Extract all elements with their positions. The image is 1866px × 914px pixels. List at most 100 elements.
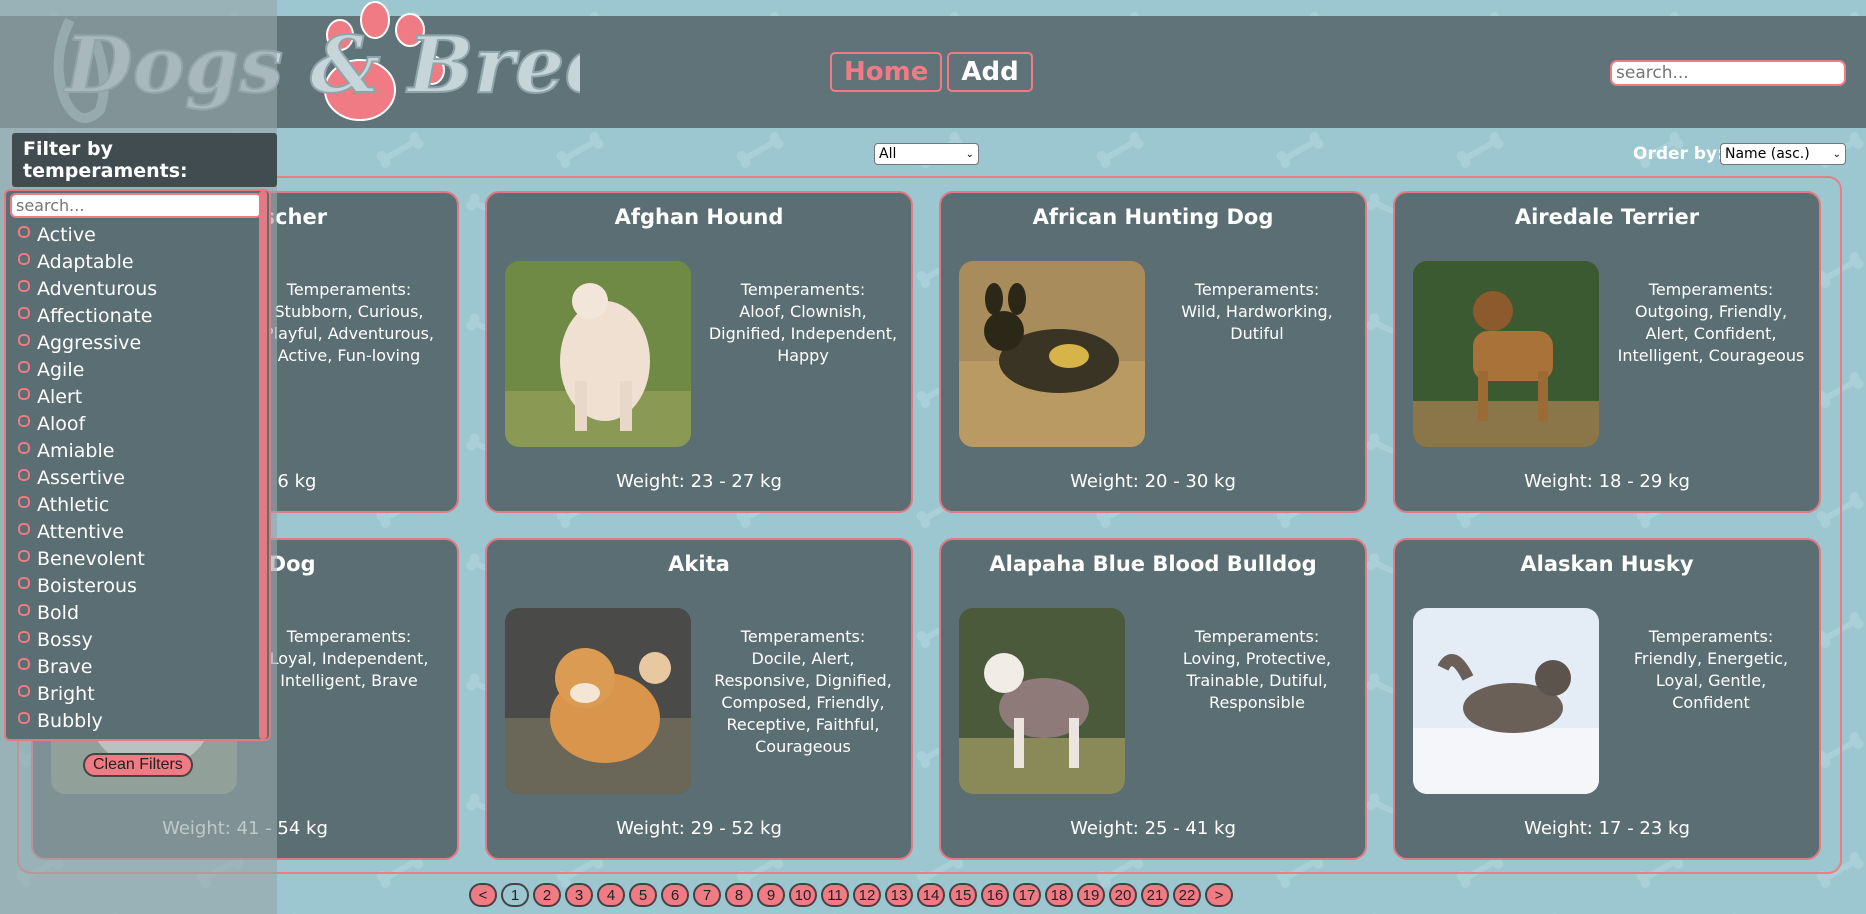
breed-card[interactable]: Alapaha Blue Blood Bulldog Temperaments:… bbox=[939, 538, 1367, 860]
checkbox[interactable] bbox=[18, 333, 30, 346]
breed-card[interactable]: Afghan Hound Temperaments: Aloof, Clowni… bbox=[485, 191, 913, 513]
breed-name: Airedale Terrier bbox=[1514, 205, 1700, 229]
temperaments-label: Temperaments: bbox=[740, 280, 866, 299]
temperament-option[interactable]: Bossy bbox=[18, 626, 255, 653]
temperament-option[interactable]: Alert bbox=[18, 383, 255, 410]
checkbox[interactable] bbox=[18, 657, 30, 670]
breed-temperaments: Temperaments: Loving, Protective, Traina… bbox=[1161, 626, 1353, 714]
breed-card[interactable]: Airedale Terrier Temperaments: Outgoing,… bbox=[1393, 191, 1821, 513]
temperament-option[interactable]: Bold bbox=[18, 599, 255, 626]
temperaments-list: Stubborn, Curious, Playful, Adventurous,… bbox=[263, 302, 435, 365]
page-button[interactable]: 18 bbox=[1045, 883, 1073, 907]
temperament-option[interactable]: Bright bbox=[18, 680, 255, 707]
temperament-option[interactable]: Active bbox=[18, 221, 255, 248]
breed-weight: Weight: 17 - 23 kg bbox=[1524, 818, 1690, 839]
temperament-label: Athletic bbox=[37, 493, 110, 516]
temperament-search-input[interactable] bbox=[10, 193, 262, 218]
checkbox[interactable] bbox=[18, 684, 30, 697]
checkbox[interactable] bbox=[18, 549, 30, 562]
breed-card[interactable]: Akita Temperaments: Docile, Alert, Respo… bbox=[485, 538, 913, 860]
checkbox[interactable] bbox=[18, 441, 30, 454]
temperament-option[interactable]: Adaptable bbox=[18, 248, 255, 275]
checkbox[interactable] bbox=[18, 738, 30, 739]
breed-weight: Weight: 18 - 29 kg bbox=[1524, 471, 1690, 492]
search-input[interactable] bbox=[1610, 60, 1846, 86]
page-button[interactable]: 14 bbox=[917, 883, 945, 907]
temperament-option[interactable]: Attentive bbox=[18, 518, 255, 545]
checkbox[interactable] bbox=[18, 711, 30, 724]
page-button[interactable]: 2 bbox=[533, 883, 561, 907]
checkbox[interactable] bbox=[18, 468, 30, 481]
temperament-option[interactable]: Affectionate bbox=[18, 302, 255, 329]
temperament-option[interactable]: Boisterous bbox=[18, 572, 255, 599]
page-button[interactable]: 9 bbox=[757, 883, 785, 907]
temperament-label: Assertive bbox=[37, 466, 125, 489]
breed-name: Akita bbox=[668, 552, 730, 576]
page-button[interactable]: 21 bbox=[1141, 883, 1169, 907]
add-button[interactable]: Add bbox=[947, 52, 1033, 92]
home-button[interactable]: Home bbox=[830, 52, 943, 92]
temperament-option[interactable]: Brave bbox=[18, 653, 255, 680]
page-button[interactable]: 19 bbox=[1077, 883, 1105, 907]
page-button[interactable]: 10 bbox=[789, 883, 817, 907]
order-value: Name (asc.) bbox=[1725, 146, 1810, 162]
filter-title: Filter by temperaments: bbox=[12, 133, 277, 187]
clean-filters-button[interactable]: Clean Filters bbox=[83, 753, 193, 777]
temperament-option[interactable]: Benevolent bbox=[18, 545, 255, 572]
page-button[interactable]: 8 bbox=[725, 883, 753, 907]
temperaments-label: Temperaments: bbox=[1194, 280, 1320, 299]
checkbox[interactable] bbox=[18, 360, 30, 373]
breed-filter-value: All bbox=[879, 146, 897, 162]
temperament-option[interactable]: Bubbly bbox=[18, 707, 255, 734]
page-button[interactable]: 17 bbox=[1013, 883, 1041, 907]
breed-temperaments: Temperaments: Docile, Alert, Responsive,… bbox=[707, 626, 899, 758]
page-button[interactable]: 4 bbox=[597, 883, 625, 907]
checkbox[interactable] bbox=[18, 630, 30, 643]
page-button[interactable]: 3 bbox=[565, 883, 593, 907]
checkbox[interactable] bbox=[18, 252, 30, 265]
prev-page-button[interactable]: < bbox=[469, 883, 497, 907]
checkbox[interactable] bbox=[18, 576, 30, 589]
temperament-option[interactable]: Athletic bbox=[18, 491, 255, 518]
page-button[interactable]: 5 bbox=[629, 883, 657, 907]
breed-card[interactable]: Alaskan Husky Temperaments: Friendly, En… bbox=[1393, 538, 1821, 860]
temperament-option[interactable]: Assertive bbox=[18, 464, 255, 491]
page-button[interactable]: 1 bbox=[501, 883, 529, 907]
temperaments-list: Aloof, Clownish, Dignified, Independent,… bbox=[708, 302, 898, 365]
checkbox[interactable] bbox=[18, 387, 30, 400]
checkbox[interactable] bbox=[18, 306, 30, 319]
temperament-label: Bright bbox=[37, 682, 95, 705]
breed-weight: Weight: 25 - 41 kg bbox=[1070, 818, 1236, 839]
next-page-button[interactable]: > bbox=[1205, 883, 1233, 907]
page-button[interactable]: 11 bbox=[821, 883, 849, 907]
checkbox[interactable] bbox=[18, 414, 30, 427]
page-button[interactable]: 15 bbox=[949, 883, 977, 907]
page-button[interactable]: 13 bbox=[885, 883, 913, 907]
temperament-list-panel: Active Adaptable Adventurous Affectionate Ag… bbox=[4, 189, 271, 741]
breed-filter-select[interactable]: All ⌄ bbox=[874, 143, 979, 165]
checkbox[interactable] bbox=[18, 522, 30, 535]
temperament-option[interactable]: Agile bbox=[18, 356, 255, 383]
page-button[interactable]: 12 bbox=[853, 883, 881, 907]
checkbox[interactable] bbox=[18, 279, 30, 292]
scrollbar[interactable] bbox=[259, 191, 267, 739]
temperament-option[interactable]: Adventurous bbox=[18, 275, 255, 302]
temperament-option[interactable]: Aloof bbox=[18, 410, 255, 437]
temperament-label: Adaptable bbox=[37, 250, 134, 273]
temperament-option[interactable]: Calm bbox=[18, 734, 255, 739]
checkbox[interactable] bbox=[18, 603, 30, 616]
breed-image bbox=[1413, 261, 1599, 447]
checkbox[interactable] bbox=[18, 495, 30, 508]
breed-temperaments: Temperaments: Friendly, Energetic, Loyal… bbox=[1615, 626, 1807, 714]
temperament-label: Attentive bbox=[37, 520, 124, 543]
order-select[interactable]: Name (asc.) ⌄ bbox=[1720, 143, 1846, 165]
page-button[interactable]: 6 bbox=[661, 883, 689, 907]
page-button[interactable]: 16 bbox=[981, 883, 1009, 907]
page-button[interactable]: 20 bbox=[1109, 883, 1137, 907]
page-button[interactable]: 7 bbox=[693, 883, 721, 907]
temperament-option[interactable]: Aggressive bbox=[18, 329, 255, 356]
temperament-option[interactable]: Amiable bbox=[18, 437, 255, 464]
page-button[interactable]: 22 bbox=[1173, 883, 1201, 907]
breed-card[interactable]: African Hunting Dog Temperaments: Wild, … bbox=[939, 191, 1367, 513]
checkbox[interactable] bbox=[18, 225, 30, 238]
